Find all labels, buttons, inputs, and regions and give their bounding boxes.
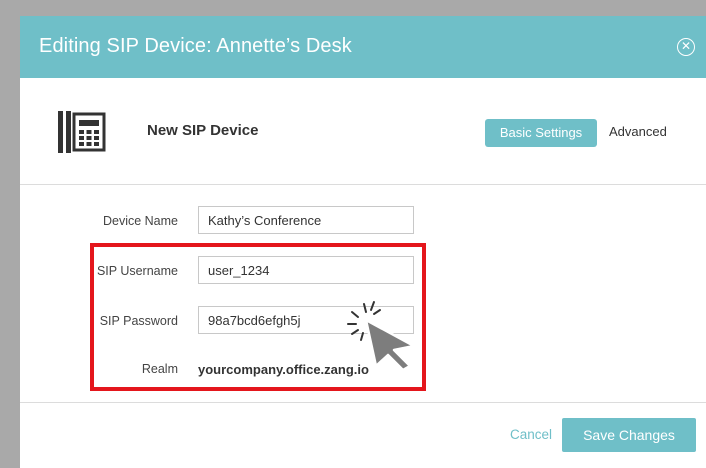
device-header: New SIP Device Basic Settings Advanced — [20, 78, 706, 184]
desk-phone-icon — [58, 111, 106, 153]
tab-basic-settings[interactable]: Basic Settings — [485, 119, 597, 147]
tab-advanced[interactable]: Advanced — [609, 124, 667, 139]
dialog-title: Editing SIP Device: Annette’s Desk — [39, 35, 352, 57]
device-heading: New SIP Device — [147, 122, 259, 139]
save-changes-button[interactable]: Save Changes — [562, 418, 696, 452]
pointer-cursor-icon — [347, 301, 416, 370]
edit-sip-device-dialog: Editing SIP Device: Annette’s Desk ✕ New… — [20, 16, 706, 468]
device-name-field[interactable] — [198, 206, 414, 234]
header-divider — [20, 184, 706, 185]
cancel-button[interactable]: Cancel — [510, 427, 552, 442]
dialog-titlebar: Editing SIP Device: Annette’s Desk ✕ — [20, 16, 706, 78]
device-name-label: Device Name — [102, 214, 178, 228]
footer-divider — [20, 402, 706, 403]
close-icon[interactable]: ✕ — [677, 38, 695, 56]
